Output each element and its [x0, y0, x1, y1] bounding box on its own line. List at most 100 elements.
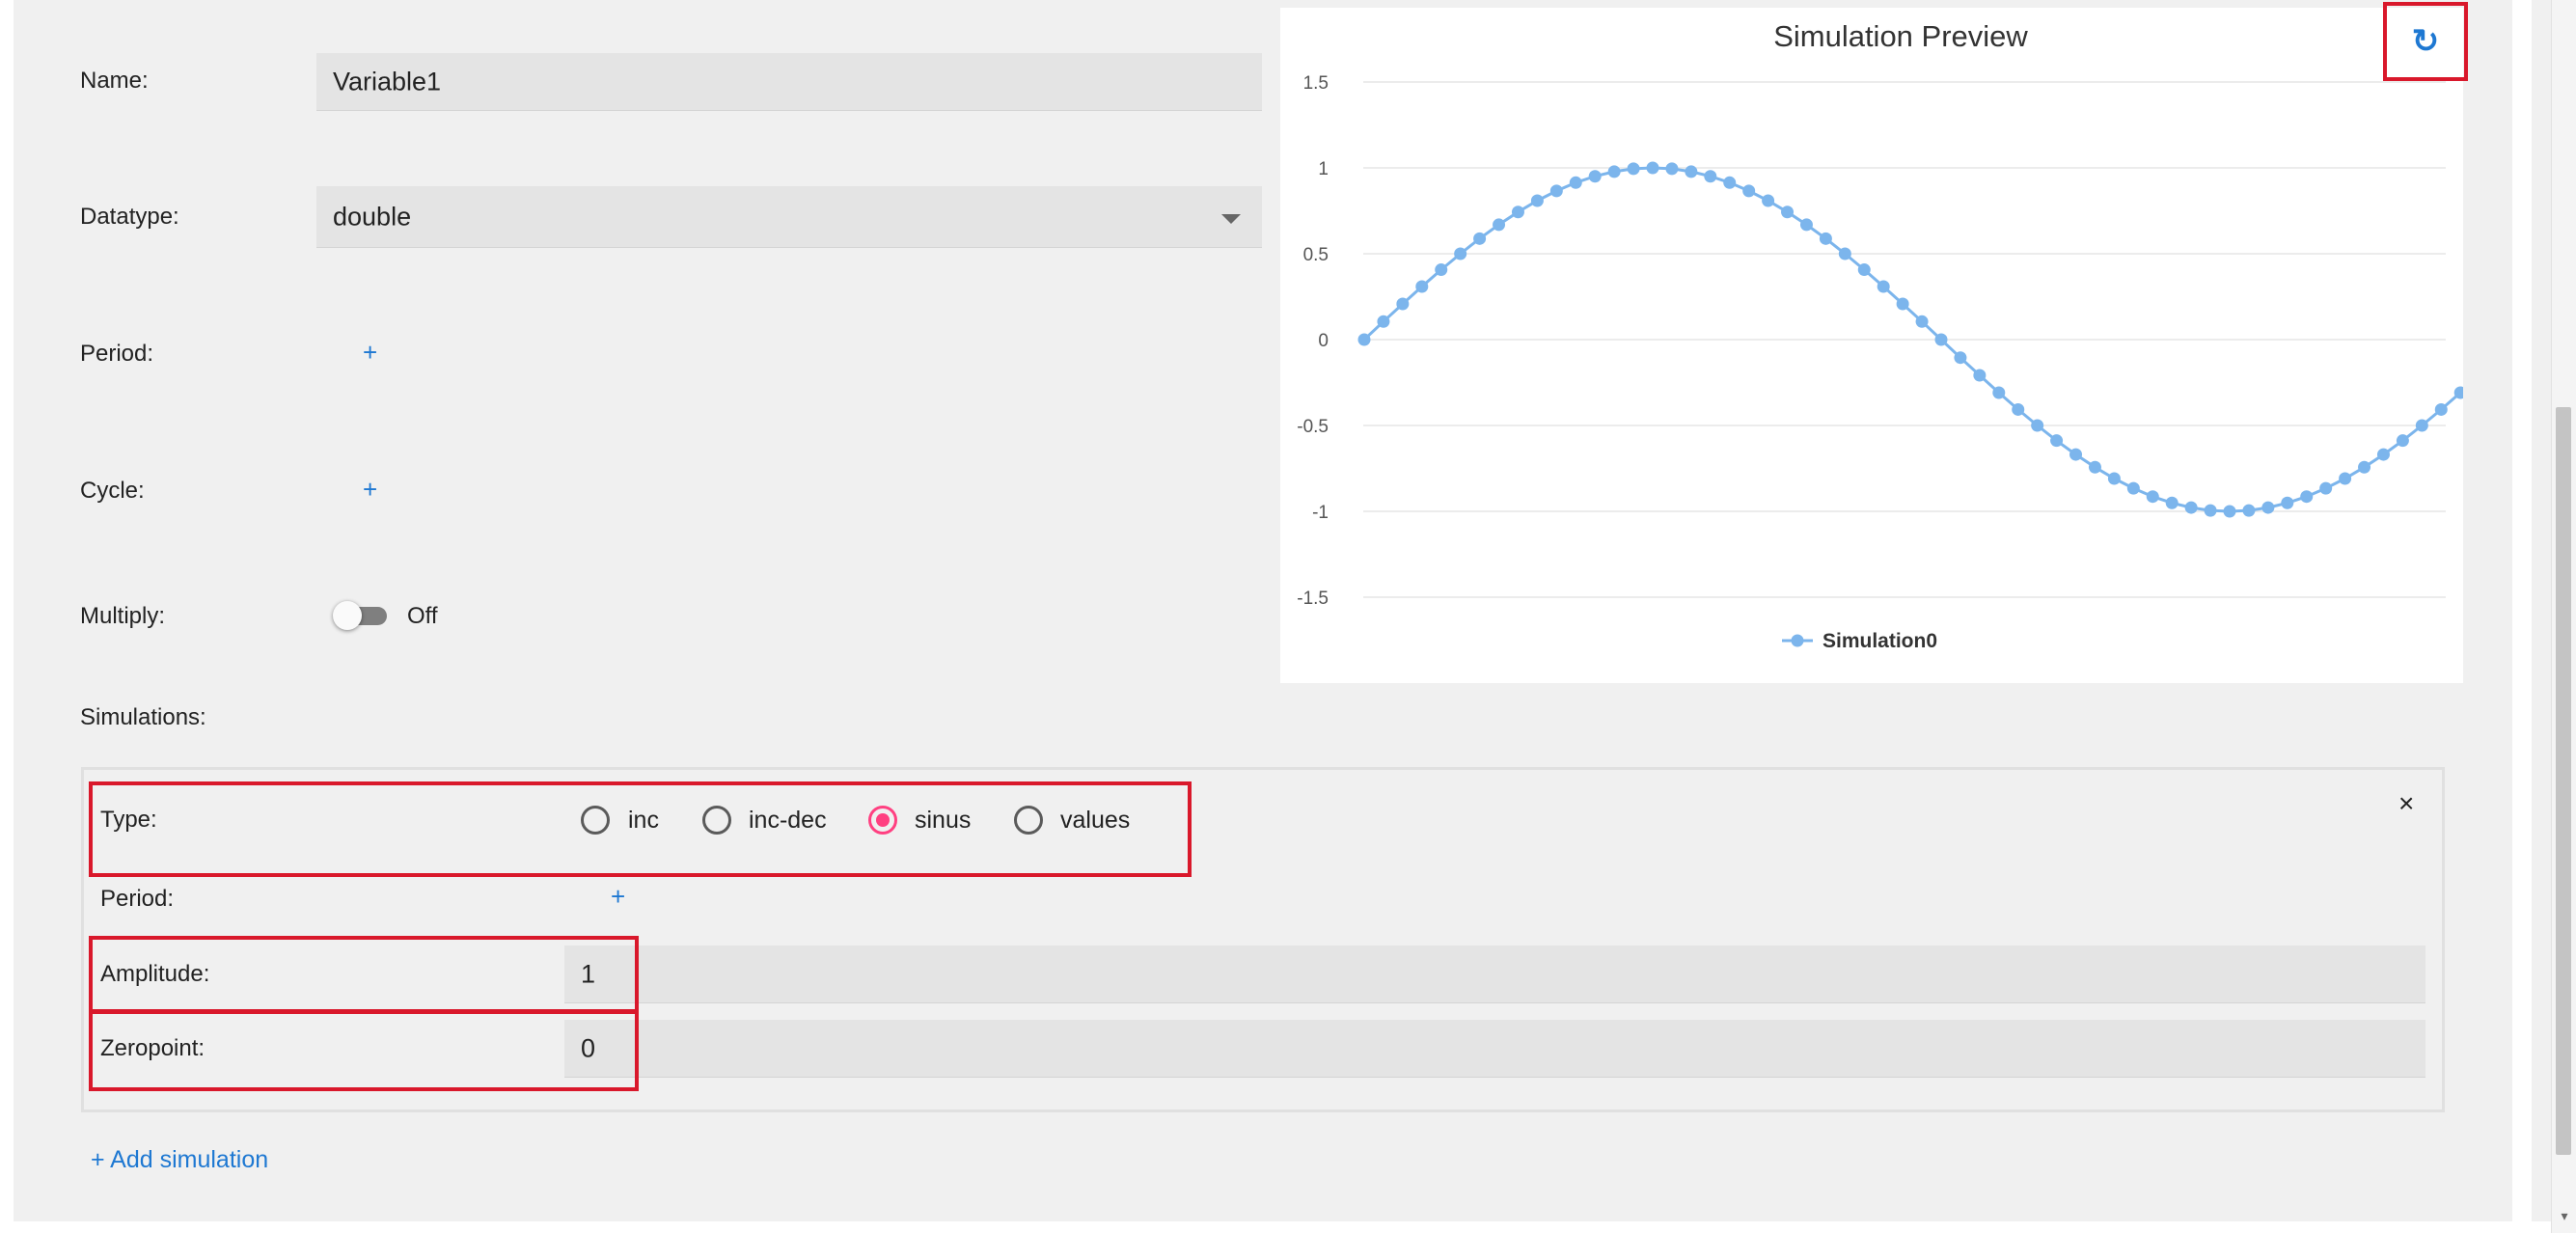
data-point	[2261, 501, 2275, 514]
zeropoint-label: Zeropoint:	[100, 1035, 206, 1061]
type-label: Type:	[100, 807, 157, 833]
radio-values[interactable]	[1014, 806, 1043, 835]
add-period-button[interactable]: +	[363, 338, 377, 368]
radio-inc[interactable]	[581, 806, 610, 835]
data-point	[1896, 297, 1909, 311]
simulation-preview-chart: Simulation Preview 1.5 1 0.5 0 -0.5 -1 -1.5 Simu…	[1297, 19, 2525, 652]
data-point	[2050, 434, 2064, 448]
datatype-label: Datatype:	[80, 204, 179, 230]
data-point	[1857, 263, 1871, 277]
data-point	[2300, 490, 2314, 504]
amplitude-input[interactable]: 1	[564, 945, 2425, 1003]
data-point	[1762, 194, 1775, 207]
simulation-preview-panel: Simulation Preview 1.5 1 0.5 0 -0.5 -1 -1.5 Simu…	[1280, 8, 2525, 683]
add-simulation-link[interactable]: + Add simulation	[91, 1146, 268, 1174]
right-margin	[2512, 0, 2532, 1233]
data-point	[1530, 194, 1544, 207]
data-point	[1934, 333, 1948, 346]
data-point	[2012, 402, 2025, 416]
data-point	[1454, 247, 1467, 260]
data-point	[2396, 434, 2409, 448]
zeropoint-input[interactable]: 0	[564, 1020, 2425, 1078]
data-point	[1357, 333, 1371, 346]
data-point	[1915, 315, 1929, 328]
sim-period-label: Period:	[100, 886, 175, 912]
data-point	[2319, 481, 2333, 495]
amplitude-input-value: 1	[581, 959, 596, 988]
scroll-down-icon[interactable]: ▾	[2552, 1208, 2576, 1224]
data-point	[1493, 218, 1506, 232]
data-point	[1627, 162, 1640, 176]
chart-title: Simulation Preview	[1773, 19, 2028, 53]
data-point	[1819, 232, 1832, 245]
cycle-label: Cycle:	[80, 478, 145, 504]
add-sim-period-button[interactable]: +	[611, 882, 625, 912]
multiply-state-label: Off	[407, 603, 438, 629]
name-input[interactable]: Variable1	[316, 53, 1262, 111]
data-point	[1511, 206, 1524, 219]
amplitude-label: Amplitude:	[100, 961, 210, 987]
data-point	[2031, 419, 2044, 432]
data-point	[2339, 472, 2352, 485]
radio-inc-dec[interactable]	[702, 806, 731, 835]
y-tick-label: 0.5	[1303, 245, 1329, 265]
legend-marker	[1791, 634, 1804, 647]
data-point	[2281, 496, 2294, 509]
refresh-icon: ↻	[2411, 23, 2440, 60]
data-point	[2069, 448, 2083, 461]
data-point	[1838, 247, 1851, 260]
data-point	[1646, 161, 1659, 175]
data-point	[2242, 504, 2256, 517]
data-point	[2165, 496, 2179, 509]
radio-inc-dec-label: inc-dec	[749, 807, 827, 834]
data-point	[1781, 206, 1795, 219]
data-point	[1973, 369, 1987, 382]
add-cycle-button[interactable]: +	[363, 475, 377, 505]
data-point	[1954, 351, 1967, 365]
multiply-label: Multiply:	[80, 603, 166, 629]
multiply-toggle[interactable]	[333, 601, 391, 630]
data-point	[1665, 162, 1679, 176]
y-tick-label: -0.5	[1297, 417, 1329, 437]
left-margin	[0, 0, 14, 1233]
data-point	[1435, 263, 1448, 277]
name-label: Name:	[80, 68, 149, 94]
data-point	[1549, 184, 1563, 198]
data-point	[1588, 170, 1602, 183]
y-tick-label: -1	[1312, 503, 1329, 523]
data-point	[2223, 505, 2236, 518]
y-tick-label: 1.5	[1303, 73, 1329, 94]
data-point	[1877, 280, 1890, 293]
datatype-select[interactable]: double	[316, 186, 1262, 248]
vertical-scrollbar[interactable]: ▾	[2551, 0, 2576, 1233]
data-point	[1704, 170, 1717, 183]
data-point	[2376, 448, 2390, 461]
legend-label: Simulation0	[1822, 630, 1937, 652]
data-point	[1473, 232, 1487, 245]
remove-simulation-button[interactable]: ×	[2398, 788, 2414, 819]
data-point	[2184, 501, 2198, 514]
refresh-preview-button[interactable]: ↻	[2383, 2, 2468, 81]
bottom-margin	[0, 1221, 2576, 1233]
y-tick-label: 0	[1318, 331, 1329, 351]
datatype-select-value: double	[333, 202, 412, 231]
y-tick-label: -1.5	[1297, 589, 1329, 609]
data-point	[1723, 176, 1737, 189]
data-point	[1607, 165, 1621, 178]
data-point	[1396, 297, 1410, 311]
data-point	[2358, 460, 2371, 474]
radio-sinus[interactable]	[868, 806, 897, 835]
radio-sinus-label: sinus	[915, 807, 972, 834]
period-label: Period:	[80, 341, 154, 367]
data-point	[1569, 176, 1582, 189]
data-point	[2204, 504, 2217, 517]
scrollbar-thumb[interactable]	[2556, 407, 2571, 1155]
data-point	[1685, 165, 1698, 178]
radio-inc-label: inc	[628, 807, 659, 834]
data-point	[1799, 218, 1813, 232]
data-point	[2126, 481, 2140, 495]
name-input-value: Variable1	[333, 67, 442, 96]
chevron-down-icon	[1221, 213, 1241, 224]
data-point	[2107, 472, 2121, 485]
variable-editor: ▾ Name: Variable1 Datatype: double Perio…	[0, 0, 2576, 1233]
